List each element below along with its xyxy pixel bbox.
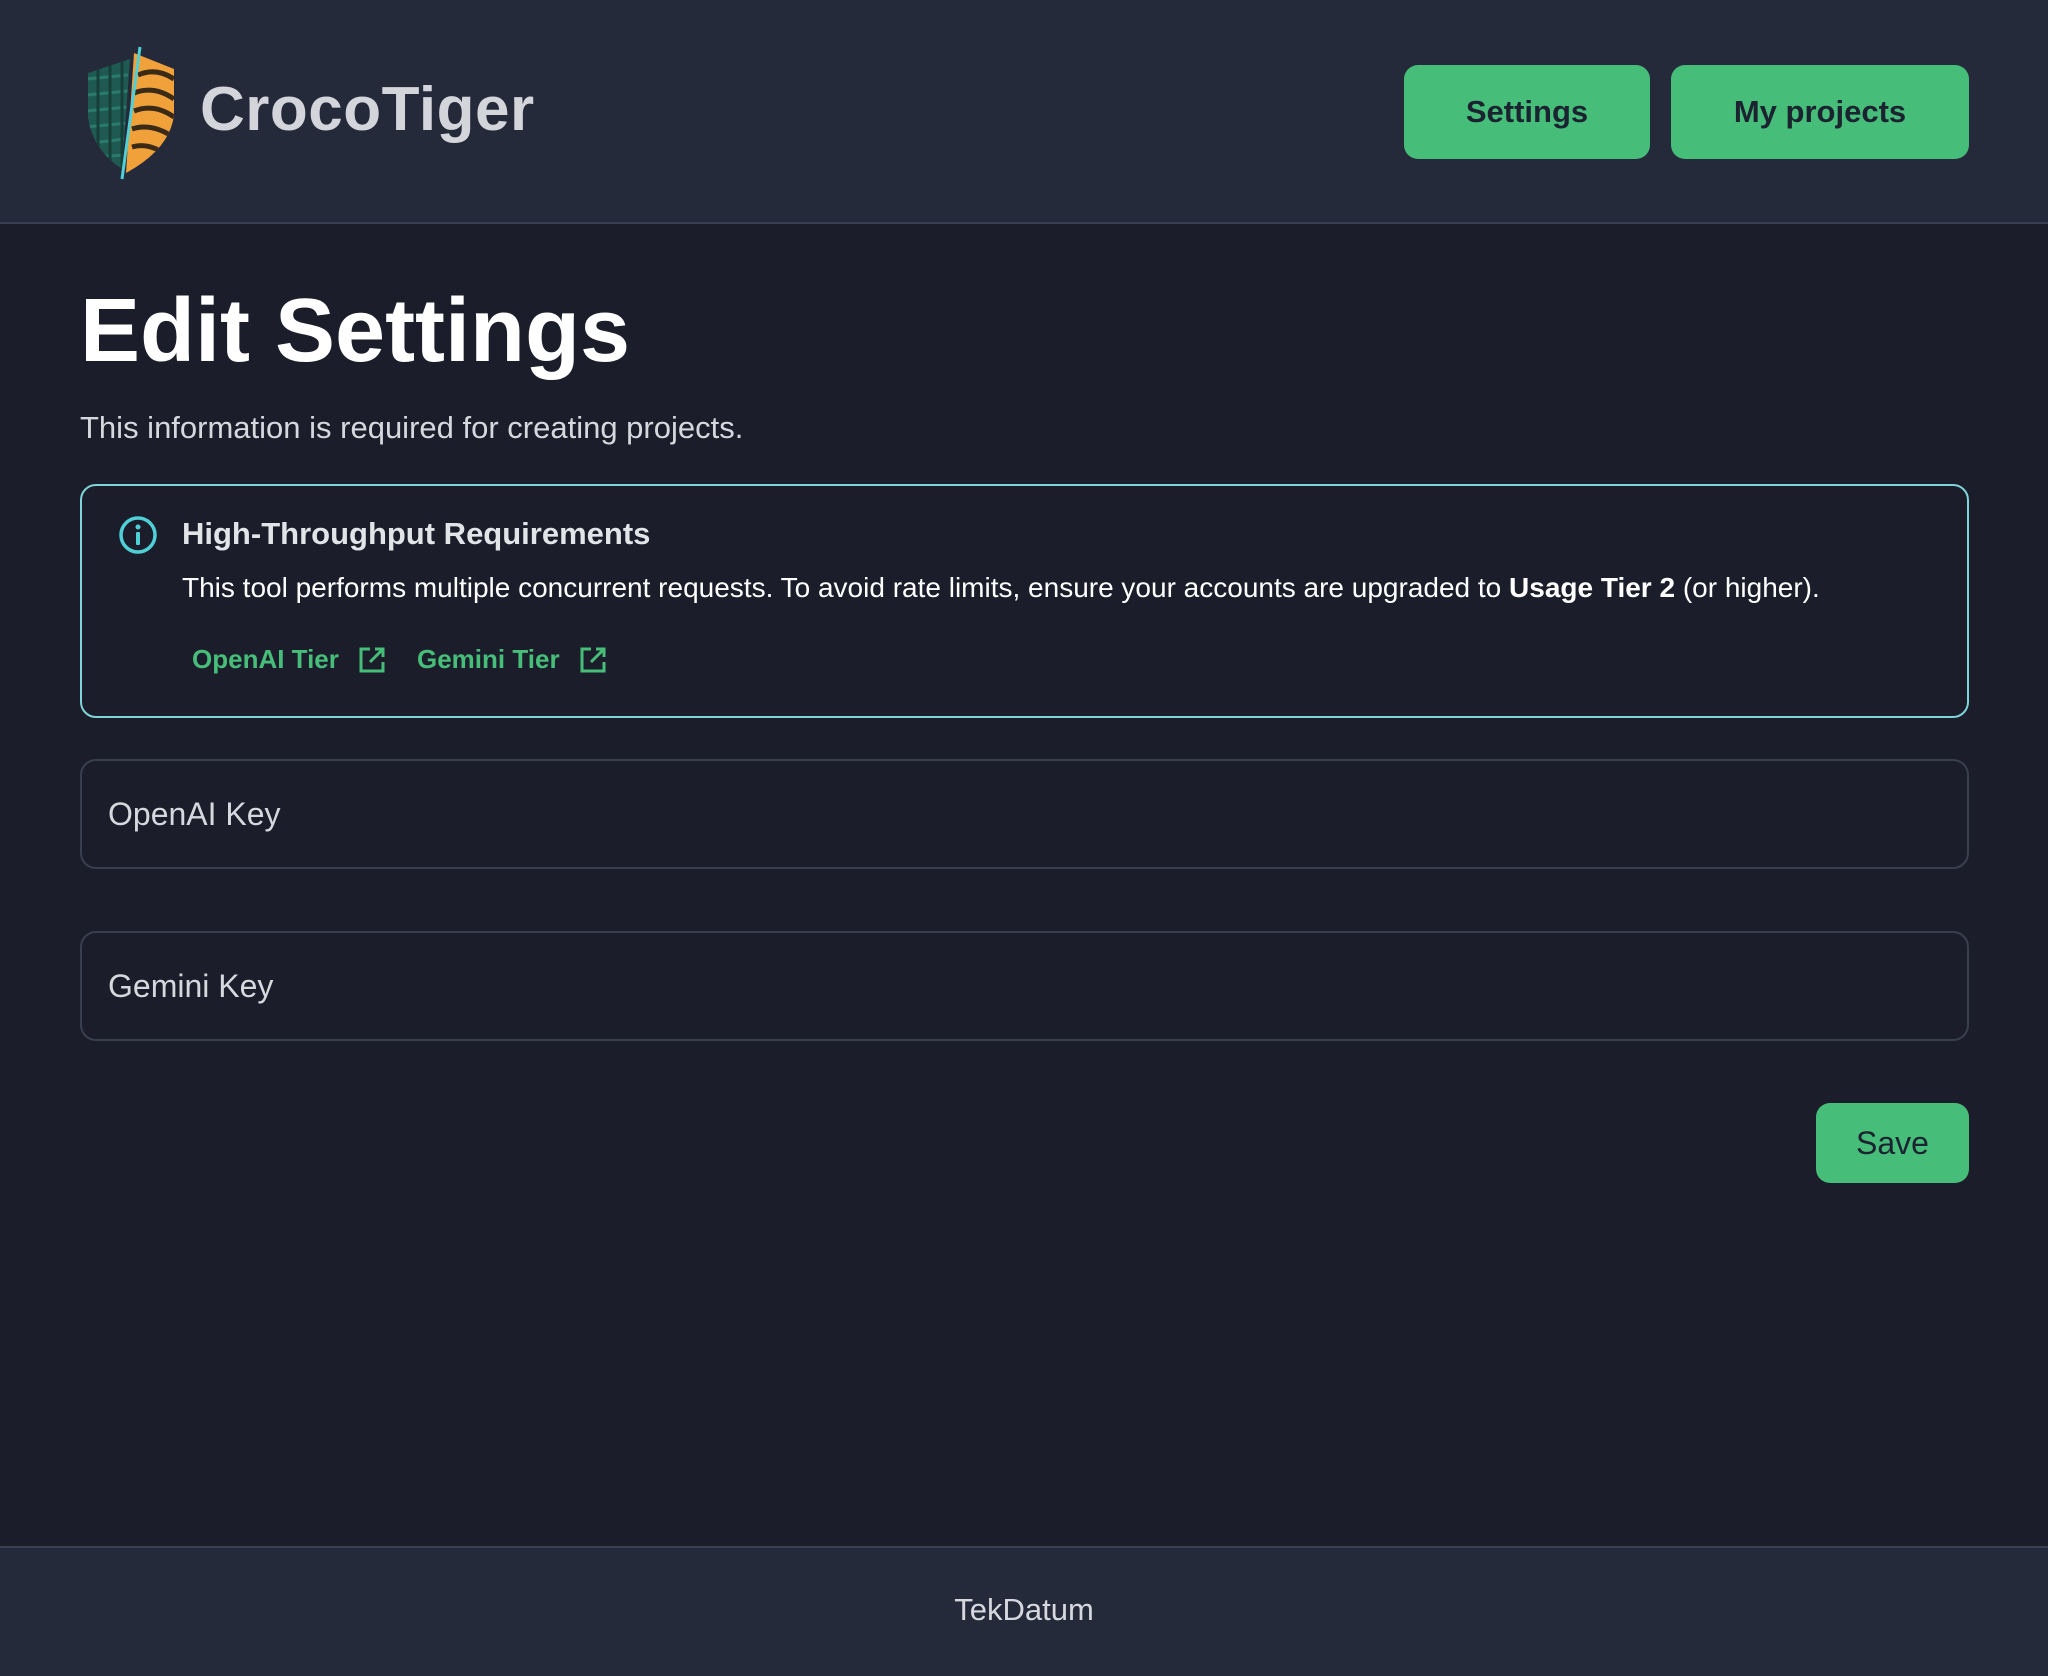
rate-limit-notice: High-Throughput Requirements This tool p… <box>80 484 1969 718</box>
top-bar: CrocoTiger Settings My projects <box>0 0 2048 224</box>
page-subtitle: This information is required for creatin… <box>80 410 744 445</box>
footer-text: TekDatum <box>954 1592 1094 1627</box>
crocotiger-logo-icon[interactable] <box>82 45 178 181</box>
gemini-key-input[interactable] <box>80 931 1969 1041</box>
info-icon <box>119 516 157 554</box>
openai-tier-link[interactable]: OpenAI Tier <box>192 644 387 675</box>
brand-name: CrocoTiger <box>200 75 535 144</box>
openai-key-input[interactable] <box>80 759 1969 869</box>
notice-text: This tool performs multiple concurrent r… <box>182 572 1820 603</box>
my-projects-button[interactable]: My projects <box>1671 65 1969 159</box>
gemini-tier-link[interactable]: Gemini Tier <box>417 644 608 675</box>
save-button[interactable]: Save <box>1816 1103 1969 1183</box>
footer: TekDatum <box>0 1546 2048 1676</box>
external-link-icon <box>359 647 385 672</box>
settings-button[interactable]: Settings <box>1404 65 1650 159</box>
notice-title: High-Throughput Requirements <box>182 516 651 551</box>
external-link-icon <box>580 647 606 672</box>
usage-tier-highlight: Usage Tier 2 <box>1509 572 1676 603</box>
page-title: Edit Settings <box>80 281 631 381</box>
